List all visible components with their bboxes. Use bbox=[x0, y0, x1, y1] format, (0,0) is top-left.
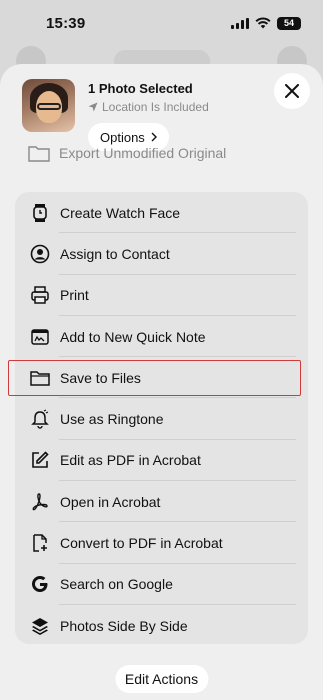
action-create-watch-face[interactable]: Create Watch Face bbox=[15, 192, 308, 234]
options-label: Options bbox=[100, 129, 145, 145]
action-open-in-acrobat[interactable]: Open in Acrobat bbox=[15, 481, 308, 523]
action-label: Photos Side By Side bbox=[60, 617, 188, 634]
edit-actions-button[interactable]: Edit Actions bbox=[114, 665, 209, 693]
actions-list: Create Watch Face Assign to Contact Prin… bbox=[15, 192, 308, 644]
action-label: Create Watch Face bbox=[60, 204, 181, 221]
battery-icon: 54 bbox=[277, 16, 301, 30]
action-label: Open in Acrobat bbox=[60, 493, 161, 510]
location-info: Location Is Included bbox=[88, 100, 209, 114]
acrobat-icon bbox=[29, 491, 51, 513]
action-add-to-new-quick-note[interactable]: Add to New Quick Note bbox=[15, 316, 308, 358]
watch-icon bbox=[29, 202, 51, 224]
action-label: Use as Ringtone bbox=[60, 411, 164, 428]
action-label: Add to New Quick Note bbox=[60, 328, 206, 345]
convert-pdf-icon bbox=[29, 532, 51, 554]
chevron-right-icon bbox=[151, 132, 157, 142]
status-bar: 15:39 54 bbox=[0, 0, 323, 46]
printer-icon bbox=[29, 284, 51, 306]
action-assign-to-contact[interactable]: Assign to Contact bbox=[15, 233, 308, 275]
edit-pdf-icon bbox=[29, 449, 51, 471]
close-button[interactable] bbox=[274, 73, 310, 109]
export-label: Export Unmodified Original bbox=[59, 145, 227, 161]
selection-title: 1 Photo Selected bbox=[88, 81, 193, 96]
folder-icon bbox=[29, 367, 51, 389]
folder-icon bbox=[28, 146, 50, 162]
action-label: Assign to Contact bbox=[60, 245, 170, 262]
action-label: Edit as PDF in Acrobat bbox=[60, 452, 201, 469]
action-print[interactable]: Print bbox=[15, 275, 308, 317]
cellular-signal-icon bbox=[231, 17, 249, 29]
share-header: 1 Photo Selected Location Is Included Op… bbox=[22, 79, 311, 151]
action-search-on-google[interactable]: Search on Google bbox=[15, 564, 308, 606]
wifi-icon bbox=[255, 17, 271, 29]
action-photos-side-by-side[interactable]: Photos Side By Side bbox=[15, 605, 308, 644]
bell-icon bbox=[29, 408, 51, 430]
action-label: Print bbox=[60, 287, 89, 304]
action-convert-to-pdf-in-acrobat[interactable]: Convert to PDF in Acrobat bbox=[15, 522, 308, 564]
action-label: Convert to PDF in Acrobat bbox=[60, 535, 223, 552]
share-sheet: 1 Photo Selected Location Is Included Op… bbox=[0, 64, 323, 700]
action-label: Save to Files bbox=[60, 369, 141, 386]
action-use-as-ringtone[interactable]: Use as Ringtone bbox=[15, 398, 308, 441]
layers-icon bbox=[29, 615, 51, 637]
action-label: Search on Google bbox=[60, 576, 173, 593]
google-icon bbox=[29, 573, 51, 595]
contact-icon bbox=[29, 243, 51, 265]
close-icon bbox=[285, 84, 299, 98]
quick-note-icon bbox=[29, 326, 51, 348]
photo-thumbnail bbox=[22, 79, 75, 132]
action-save-to-files[interactable]: Save to Files bbox=[15, 357, 308, 399]
action-edit-as-pdf-in-acrobat[interactable]: Edit as PDF in Acrobat bbox=[15, 440, 308, 482]
status-icons: 54 bbox=[231, 16, 301, 30]
location-label: Location Is Included bbox=[102, 100, 209, 114]
export-unmodified-original[interactable]: Export Unmodified Original bbox=[28, 144, 226, 162]
clock: 15:39 bbox=[46, 14, 86, 32]
location-arrow-icon bbox=[88, 102, 98, 112]
